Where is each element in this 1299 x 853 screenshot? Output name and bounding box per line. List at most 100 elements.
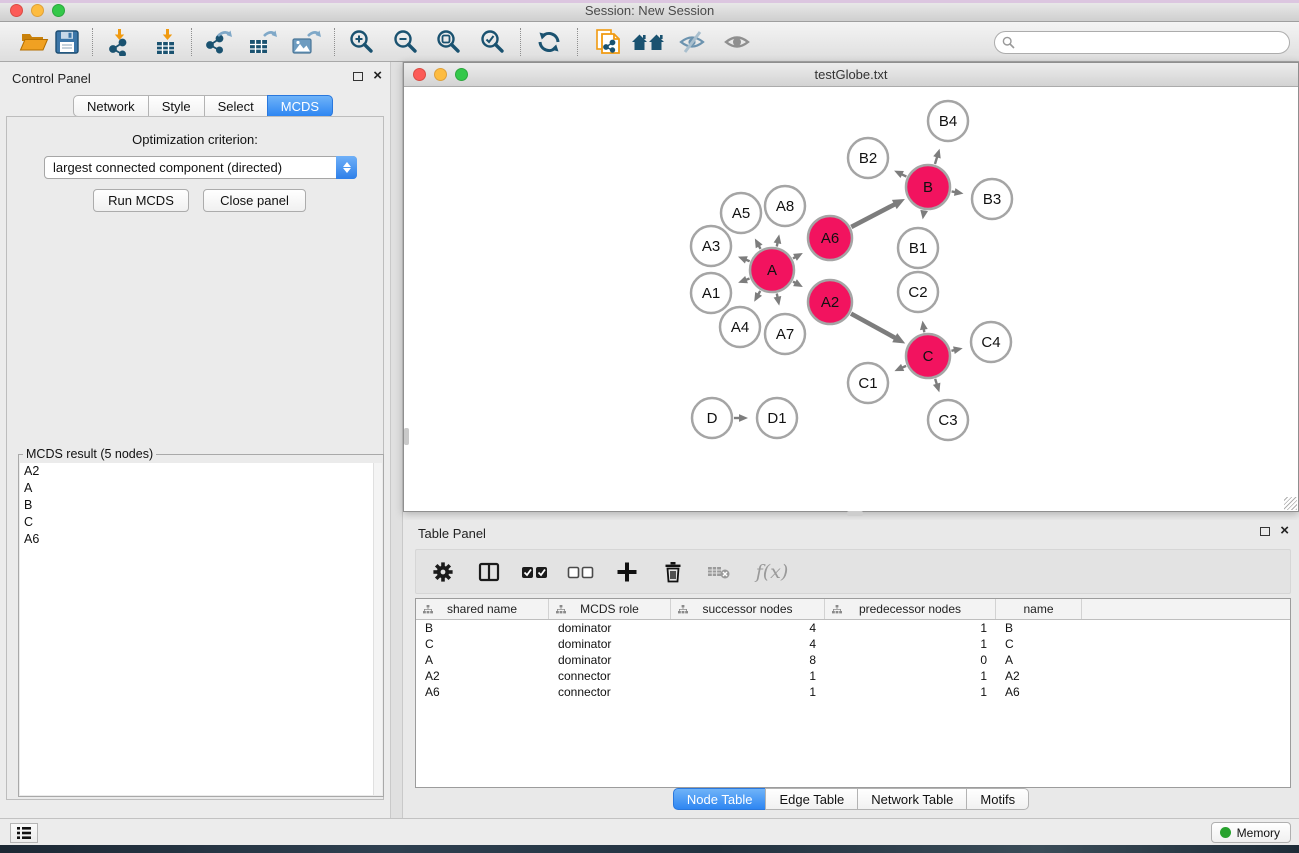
zoom-out-button[interactable] [387,25,425,59]
table-cell[interactable]: dominator [549,653,671,667]
table-cell[interactable]: 0 [825,653,996,667]
column-header-MCDS-role[interactable]: MCDS role [549,599,671,619]
memory-button[interactable]: Memory [1211,822,1291,843]
tab-network-table[interactable]: Network Table [857,788,967,810]
delete-table-icon [706,561,732,583]
search-field[interactable] [994,31,1290,54]
panel-splitter[interactable] [390,62,403,818]
table-row[interactable]: Adominator80A [416,652,1290,668]
table-cell[interactable]: 1 [825,621,996,635]
zoom-fit-button[interactable] [430,25,468,59]
table-cell[interactable]: A2 [996,669,1082,683]
save-session-button[interactable] [48,25,86,59]
tab-select[interactable]: Select [204,95,268,117]
column-header-predecessor-nodes[interactable]: predecessor nodes [825,599,996,619]
column-header-name[interactable]: name [996,599,1082,619]
create-column-button[interactable] [610,555,644,589]
table-cell[interactable]: 4 [671,621,825,635]
close-panel-icon[interactable]: × [373,71,382,81]
table-cell[interactable]: dominator [549,637,671,651]
tab-edge-table[interactable]: Edge Table [765,788,858,810]
tab-motifs[interactable]: Motifs [966,788,1029,810]
network-horizontal-scroll-thumb[interactable] [847,511,863,516]
tab-node-table[interactable]: Node Table [673,788,767,810]
show-columns-button[interactable] [472,555,506,589]
graph-node-label-C2: C2 [908,284,927,301]
result-item[interactable]: C [20,514,382,531]
result-item[interactable]: B [20,497,382,514]
close-table-panel-icon[interactable]: × [1280,526,1289,536]
delete-table-button[interactable] [702,555,736,589]
graph-node-label-C4: C4 [981,334,1000,351]
function-builder-button[interactable]: f(x) [748,555,796,589]
table-cell[interactable]: 1 [671,669,825,683]
network-canvas[interactable]: AA1A2A3A4A5A6A7A8BB1B2B3B4CC1C2C3C4DD1 [404,88,1298,511]
tab-style[interactable]: Style [148,95,205,117]
delete-column-button[interactable] [656,555,690,589]
table-cell[interactable]: connector [549,685,671,699]
export-network-button[interactable] [200,25,238,59]
table-cell[interactable]: C [416,637,549,651]
zoom-in-button[interactable] [343,25,381,59]
optimization-criterion-label: Optimization criterion: [7,132,383,147]
column-header-shared-name[interactable]: shared name [416,599,549,619]
graph-node-label-A4: A4 [731,319,749,336]
table-options-button[interactable] [426,555,460,589]
export-image-button[interactable] [286,25,324,59]
export-table-button[interactable] [243,25,281,59]
result-item[interactable]: A2 [20,463,382,480]
table-cell[interactable]: B [416,621,549,635]
result-list-scrollbar[interactable] [373,463,382,795]
column-header-successor-nodes[interactable]: successor nodes [671,599,825,619]
zoom-selected-button[interactable] [474,25,512,59]
hide-selected-button[interactable] [673,25,711,59]
table-cell[interactable]: 1 [825,669,996,683]
graph-edge-A2-C[interactable] [851,314,898,340]
new-network-from-selection-button[interactable] [589,25,627,59]
network-graph[interactable]: AA1A2A3A4A5A6A7A8BB1B2B3B4CC1C2C3C4DD1 [404,88,1298,512]
table-cell[interactable]: C [996,637,1082,651]
import-table-button[interactable] [148,25,186,59]
result-item[interactable]: A [20,480,382,497]
table-cell[interactable]: connector [549,669,671,683]
table-cell[interactable]: A [416,653,549,667]
graph-node-label-D1: D1 [767,410,786,427]
table-cell[interactable]: 8 [671,653,825,667]
table-row[interactable]: A2connector11A2 [416,668,1290,684]
unselect-all-columns-button[interactable] [564,555,598,589]
graph-edge-A6-B[interactable] [851,203,898,227]
search-input[interactable] [1019,36,1289,50]
first-neighbors-button[interactable] [629,25,667,59]
table-cell[interactable]: 1 [825,685,996,699]
table-cell[interactable]: dominator [549,621,671,635]
select-all-columns-button[interactable] [518,555,552,589]
table-cell[interactable]: 1 [671,685,825,699]
table-cell[interactable]: A [996,653,1082,667]
table-row[interactable]: Cdominator41C [416,636,1290,652]
table-row[interactable]: A6connector11A6 [416,684,1290,700]
table-row[interactable]: Bdominator41B [416,620,1290,636]
table-cell[interactable]: 4 [671,637,825,651]
criterion-dropdown[interactable]: largest connected component (directed) [44,156,357,179]
import-network-button[interactable] [102,25,140,59]
workspace-region: testGlobe.txt AA1A2A3A4A5A6A7A8BB1B2B3B4… [403,62,1299,818]
table-cell[interactable]: A2 [416,669,549,683]
table-cell[interactable]: B [996,621,1082,635]
float-table-panel-icon[interactable] [1260,527,1270,536]
show-panels-button[interactable] [10,823,38,843]
window-resize-grip[interactable] [1284,497,1297,510]
dropdown-stepper-icon [336,156,357,179]
table-cell[interactable]: A6 [416,685,549,699]
table-cell[interactable]: 1 [825,637,996,651]
tab-network[interactable]: Network [73,95,149,117]
run-mcds-button[interactable]: Run MCDS [93,189,189,212]
mcds-result-list[interactable]: A2ABCA6 [20,463,382,795]
result-item[interactable]: A6 [20,531,382,548]
float-panel-icon[interactable] [353,72,363,81]
tab-mcds[interactable]: MCDS [267,95,333,117]
show-all-button[interactable] [718,25,756,59]
refresh-button[interactable] [530,25,568,59]
network-vertical-scroll-thumb[interactable] [404,428,409,445]
close-panel-button[interactable]: Close panel [203,189,306,212]
table-cell[interactable]: A6 [996,685,1082,699]
